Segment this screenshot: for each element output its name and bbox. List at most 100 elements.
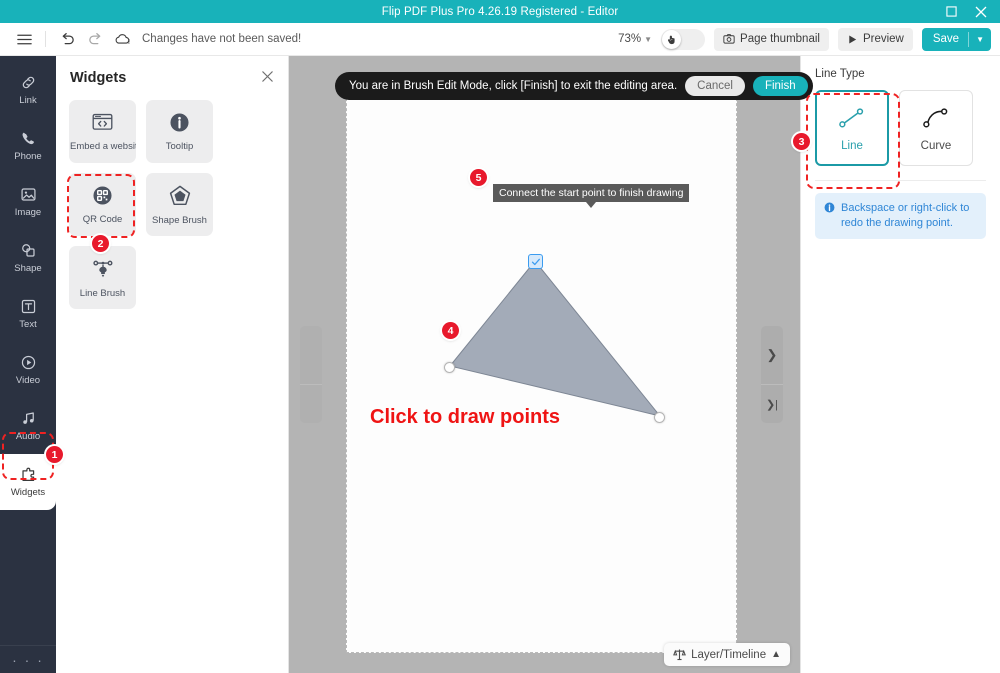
zoom-control[interactable]: 73% ▼ — [618, 33, 652, 45]
step-badge-5: 5 — [470, 169, 487, 186]
hand-mode-toggle[interactable] — [661, 28, 706, 50]
info-circle-icon — [170, 113, 189, 132]
brush-mode-banner: You are in Brush Edit Mode, click [Finis… — [335, 72, 813, 100]
step-badge-2: 2 — [92, 235, 109, 252]
audio-icon — [22, 412, 34, 424]
sidebar-item-image[interactable]: Image — [0, 174, 56, 230]
widget-label: Embed a website — [70, 141, 136, 152]
hamburger-menu-icon[interactable] — [10, 25, 38, 53]
toolbar-right-group: 73% ▼ Page thumbnail Preview Save ▼ — [618, 27, 1000, 51]
panel-title: Widgets — [70, 70, 127, 86]
widget-label: Shape Brush — [152, 214, 207, 226]
sidebar-item-label: Image — [14, 207, 42, 218]
undo-icon[interactable] — [53, 25, 81, 53]
save-label: Save — [932, 33, 960, 45]
curve-segment-icon — [923, 107, 948, 127]
sidebar-item-text[interactable]: Text — [0, 286, 56, 342]
step-badge-1: 1 — [46, 446, 63, 463]
ellipsis-icon[interactable]: · · · — [0, 645, 56, 673]
shape-vertex-left[interactable] — [444, 362, 455, 373]
window-title: Flip PDF Plus Pro 4.26.19 Registered - E… — [381, 5, 619, 18]
phone-icon — [22, 132, 34, 145]
drawn-shape — [449, 260, 662, 417]
drawing-tooltip: Connect the start point to finish drawin… — [493, 184, 690, 208]
drawing-info-note: Backspace or right-click to redo the dra… — [815, 193, 986, 239]
save-button[interactable]: Save ▼ — [921, 27, 991, 51]
widget-label: Tooltip — [165, 141, 194, 152]
highlight-shape-brush — [67, 174, 135, 238]
finish-button[interactable]: Finish — [752, 76, 808, 96]
title-bar: Flip PDF Plus Pro 4.26.19 Registered - E… — [0, 0, 1000, 23]
pen-node-icon — [92, 260, 112, 277]
page-thumbnail-button[interactable]: Page thumbnail — [714, 27, 829, 51]
video-icon — [21, 355, 35, 370]
sidebar-item-label: Video — [15, 375, 41, 386]
preview-button[interactable]: Preview — [837, 27, 913, 51]
toolbar-left-group: Changes have not been saved! — [0, 25, 301, 53]
check-square-icon — [531, 258, 540, 265]
toggle-knob — [662, 29, 682, 49]
shape-icon — [21, 244, 35, 257]
brush-mode-message: You are in Brush Edit Mode, click [Finis… — [349, 80, 678, 92]
page-canvas[interactable]: Connect the start point to finish drawin… — [346, 73, 737, 653]
layer-timeline-label: Layer/Timeline — [691, 648, 767, 661]
sidebar-item-label: Text — [19, 319, 37, 330]
widget-label: Line Brush — [79, 287, 126, 299]
nav-divider — [300, 384, 322, 385]
widget-shape-brush[interactable]: Shape Brush — [146, 173, 213, 236]
sidebar-item-label: Shape — [14, 263, 42, 274]
chevron-down-icon[interactable]: ▼ — [969, 35, 991, 44]
editor-window: Flip PDF Plus Pro 4.26.19 Registered - E… — [0, 0, 1000, 673]
image-icon — [20, 188, 36, 201]
browser-code-icon — [92, 113, 113, 130]
page-nav-right[interactable]: ❯ ❯| — [761, 326, 783, 423]
sidebar-item-label: Link — [19, 95, 37, 106]
line-type-option-curve[interactable]: Curve — [899, 90, 973, 166]
shape-start-node[interactable] — [528, 254, 543, 269]
line-type-label: Curve — [920, 139, 952, 152]
left-tool-rail: Link Phone Image Shape Text Video Audio — [0, 56, 56, 673]
link-icon — [22, 76, 34, 89]
chevron-right-icon[interactable]: ❯ — [761, 326, 783, 384]
close-icon[interactable] — [966, 0, 996, 23]
widgets-panel: Widgets Embed a website Tooltip QR Code … — [56, 56, 289, 673]
redo-icon[interactable] — [81, 25, 109, 53]
page-nav-left[interactable] — [300, 326, 322, 423]
sidebar-item-video[interactable]: Video — [0, 342, 56, 398]
chevron-up-icon[interactable]: ▲ — [771, 649, 781, 660]
widget-embed-a-website[interactable]: Embed a website — [69, 100, 136, 163]
skip-to-end-icon[interactable]: ❯| — [761, 384, 783, 423]
sidebar-item-shape[interactable]: Shape — [0, 230, 56, 286]
drawing-tooltip-text: Connect the start point to finish drawin… — [499, 187, 684, 199]
cancel-button[interactable]: Cancel — [685, 76, 745, 96]
text-icon — [21, 299, 35, 314]
chevron-down-icon: ▼ — [644, 34, 653, 44]
step-badge-3: 3 — [793, 133, 810, 150]
window-controls — [936, 0, 996, 23]
close-icon[interactable] — [261, 70, 274, 86]
tooltip-arrow — [586, 202, 597, 208]
zoom-value: 73% — [618, 33, 642, 45]
sidebar-item-link[interactable]: Link — [0, 62, 56, 118]
sidebar-item-label: Widgets — [10, 487, 46, 498]
step-badge-4: 4 — [442, 322, 459, 339]
pentagon-icon — [169, 185, 190, 205]
cloud-alert-icon[interactable] — [109, 25, 137, 53]
sidebar-item-phone[interactable]: Phone — [0, 118, 56, 174]
draw-hint-text: Click to draw points — [370, 406, 561, 428]
preview-label: Preview — [862, 33, 904, 45]
save-status-text: Changes have not been saved! — [142, 33, 302, 45]
drawing-info-text: Backspace or right-click to redo the dra… — [841, 202, 970, 229]
widget-line-brush[interactable]: Line Brush — [69, 246, 136, 309]
widget-tooltip[interactable]: Tooltip — [146, 100, 213, 163]
toolbar-divider — [45, 31, 46, 47]
maximize-icon[interactable] — [936, 0, 966, 23]
widgets-panel-header: Widgets — [56, 56, 288, 86]
layer-timeline-bar[interactable]: Layer/Timeline ▲ — [664, 643, 790, 666]
camera-icon — [723, 34, 735, 44]
highlight-line-option — [806, 93, 900, 189]
shape-vertex-right[interactable] — [654, 412, 665, 423]
hand-pointer-icon — [668, 35, 675, 44]
page-thumbnail-label: Page thumbnail — [740, 33, 820, 45]
play-icon — [849, 34, 857, 44]
